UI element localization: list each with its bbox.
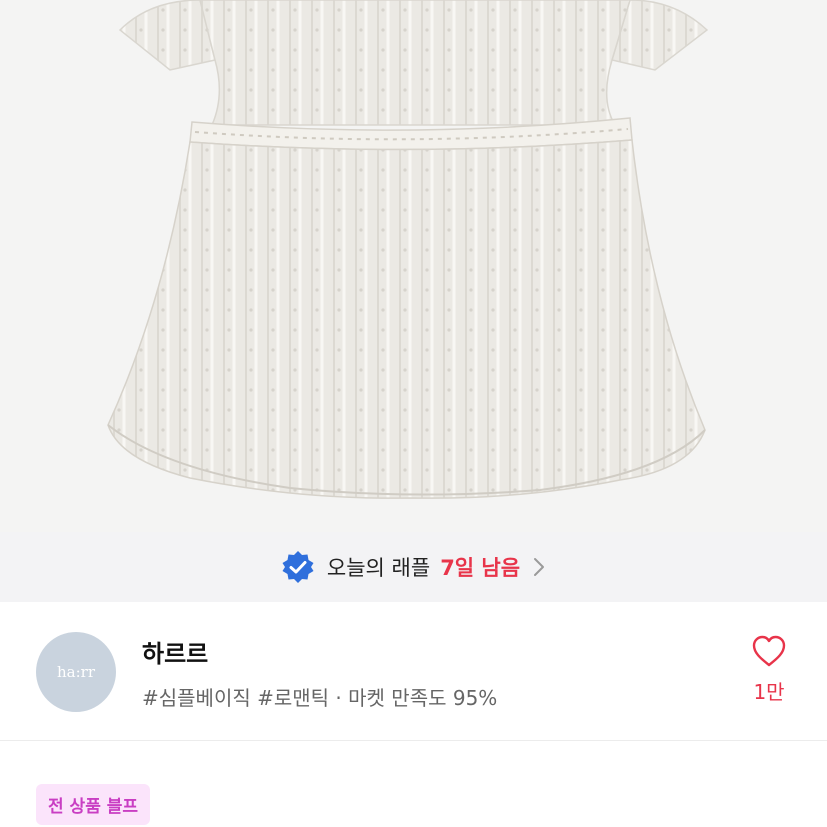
raffle-remaining: 7일 남음 xyxy=(440,556,521,580)
product-photo[interactable] xyxy=(0,0,827,532)
raffle-title: 오늘의 래플 xyxy=(326,556,431,580)
shop-name[interactable]: 하르르 xyxy=(142,634,208,669)
verified-badge-icon xyxy=(282,551,314,583)
raffle-banner[interactable]: 오늘의 래플 7일 남음 xyxy=(0,532,827,602)
chevron-right-icon xyxy=(534,558,545,576)
shop-tags: #심플베이직 #로맨틱 · 마켓 만족도 95% xyxy=(142,686,498,710)
shop-avatar-text: ha:rr xyxy=(57,663,95,681)
like-button[interactable]: 1만 xyxy=(749,634,789,705)
heart-outline-icon xyxy=(752,635,786,667)
like-count: 1만 xyxy=(753,680,785,704)
blouse-image xyxy=(107,0,709,499)
promo-badge: 전 상품 블프 xyxy=(36,784,151,825)
shop-info[interactable]: ha:rr 하르르 #심플베이직 #로맨틱 · 마켓 만족도 95% 1만 xyxy=(0,602,827,741)
shop-avatar[interactable]: ha:rr xyxy=(36,632,116,712)
